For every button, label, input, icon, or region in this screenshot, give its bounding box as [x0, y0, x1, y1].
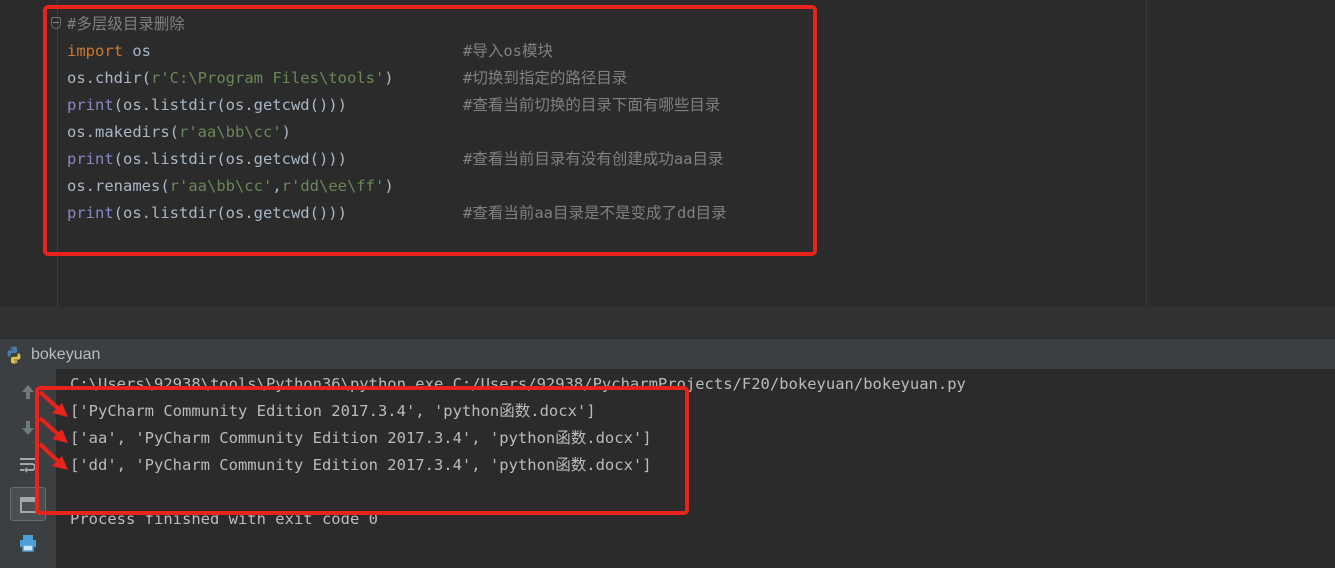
print-button[interactable]	[10, 526, 46, 560]
run-tab-title[interactable]: bokeyuan	[31, 339, 100, 370]
right-margin-guide	[1146, 0, 1147, 307]
run-panel-header: bokeyuan	[0, 338, 1335, 369]
editor-run-separator	[0, 307, 1335, 338]
print-icon	[20, 535, 36, 552]
python-icon	[7, 346, 21, 364]
annotation-box-code	[43, 5, 817, 256]
annotation-box-output	[35, 386, 689, 515]
